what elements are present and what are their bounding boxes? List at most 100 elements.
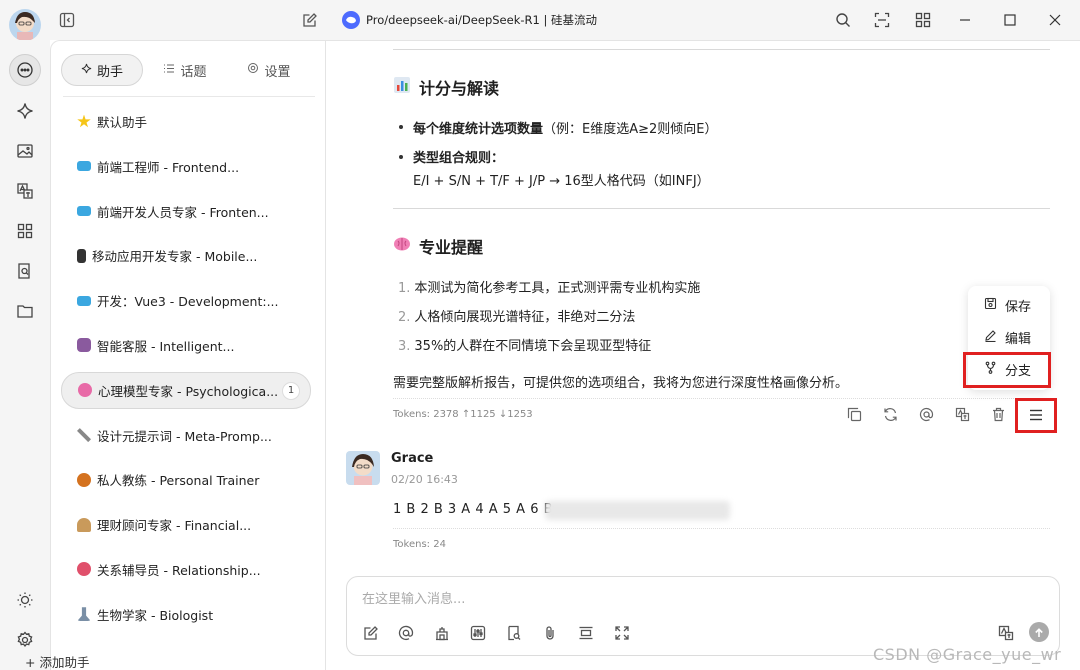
topic-count-badge: 1 (282, 381, 300, 400)
tab-assistant-label: 助手 (96, 64, 123, 80)
assistant-item[interactable]: 私人教练 - Personal Trainer (61, 461, 311, 498)
watermark-text: CSDN @Grace_yue_wr (873, 645, 1062, 664)
user-message-time: 02/20 16:43 (391, 473, 458, 486)
close-button[interactable] (1043, 8, 1067, 32)
sparkle-icon[interactable] (9, 95, 41, 127)
chat-icon[interactable] (9, 54, 41, 86)
search-icon[interactable] (833, 10, 853, 30)
tab-settings[interactable]: 设置 (227, 54, 311, 86)
assistant-label: 前端工程师 - Frontend... (97, 159, 240, 175)
menu-item-edit[interactable]: 编辑 (984, 328, 1031, 347)
assistant-label: 理财顾问专家 - Financial... (97, 518, 252, 534)
translate-icon[interactable] (9, 175, 41, 207)
more-menu-highlight (1015, 398, 1057, 433)
assistant-label: 心理模型专家 - Psychologica... (98, 383, 279, 399)
assistant-item[interactable]: 设计元提示词 - Meta-Promp... (61, 417, 311, 454)
new-topic-icon[interactable] (362, 624, 380, 642)
section-title-text: 专业提醒 (419, 238, 484, 257)
assistant-item[interactable]: 智能客服 - Intelligent... (61, 327, 311, 364)
chart-emoji-icon (393, 76, 411, 98)
translate-input-icon[interactable] (997, 624, 1015, 642)
assistant-item[interactable]: 默认助手 (61, 103, 311, 140)
attachment-icon[interactable] (541, 624, 559, 642)
star-icon (77, 114, 91, 128)
ordered-item: 1. 本测试为简化参考工具，正式测评需专业机构实施 (398, 281, 701, 296)
user-token-count: Tokens: 24 (393, 539, 446, 550)
edit-icon (984, 329, 997, 346)
section-divider (393, 208, 1050, 209)
branch-highlight (963, 352, 1051, 388)
sidebar-toggle-icon[interactable] (57, 10, 77, 30)
user-message-avatar (346, 451, 380, 485)
assistant-label: 前端开发人员专家 - Fronten... (97, 204, 269, 220)
theme-sun-icon[interactable] (9, 584, 41, 616)
assistant-item[interactable]: 关系辅导员 - Relationship... (61, 551, 311, 588)
assistant-item[interactable]: 前端工程师 - Frontend... (61, 148, 311, 185)
computer-icon (77, 206, 91, 217)
ordered-item: 3. 35%的人群在不同情境下会呈现亚型特征 (398, 339, 652, 354)
web-search-icon[interactable] (505, 624, 523, 642)
assistant-item[interactable]: 移动应用开发专家 - Mobile... (61, 237, 311, 274)
tab-topics[interactable]: 话题 (143, 54, 227, 86)
regenerate-icon[interactable] (881, 405, 899, 423)
clear-context-icon[interactable] (577, 624, 595, 642)
assistant-item[interactable]: 开发：Vue3 - Development:... (61, 282, 311, 319)
model-tab[interactable]: Pro/deepseek-ai/DeepSeek-R1 | 硅基流动 (342, 11, 597, 29)
user-avatar[interactable] (9, 9, 41, 41)
title-bar: Pro/deepseek-ai/DeepSeek-R1 | 硅基流动 (0, 0, 1080, 41)
expand-icon[interactable] (613, 624, 631, 642)
delete-icon[interactable] (989, 405, 1007, 423)
bullet-item: 每个维度统计选项数量（例：E维度选A≥2则倾向E） (413, 122, 718, 137)
assistant-label: 生物学家 - Biologist (97, 607, 214, 623)
section-title-text: 计分与解读 (419, 79, 500, 98)
nav-rail (0, 40, 50, 670)
bullet-dot (399, 125, 403, 129)
new-chat-icon[interactable] (300, 10, 320, 30)
copy-icon[interactable] (845, 405, 863, 423)
params-icon[interactable] (469, 624, 487, 642)
list-icon (163, 63, 175, 78)
message-input[interactable]: 在这里输入消息... (362, 588, 1042, 607)
trainer-icon (77, 472, 91, 487)
brain-emoji-icon (393, 235, 411, 257)
assistant-label: 默认助手 (97, 115, 148, 130)
bullet-item: 类型组合规则： (413, 151, 505, 166)
tab-assistant[interactable]: 助手 (61, 54, 143, 86)
assistant-item[interactable]: 生物学家 - Biologist (61, 596, 311, 633)
advisor-icon (77, 517, 91, 532)
tab-topics-label: 话题 (180, 64, 207, 80)
mention-model-icon[interactable] (397, 624, 415, 642)
apps-grid-icon[interactable] (913, 10, 933, 30)
closing-text: 需要完整版解析报告，可提供您的选项组合，我将为您进行深度性格画像分析。 (393, 376, 849, 391)
bullet-dot (399, 155, 403, 159)
assistant-item[interactable]: 前端开发人员专家 - Fronten... (61, 193, 311, 230)
phone-icon (77, 248, 86, 263)
model-tab-title: Pro/deepseek-ai/DeepSeek-R1 | 硅基流动 (366, 13, 597, 27)
mention-icon[interactable] (917, 405, 935, 423)
tools-icon (77, 428, 91, 443)
image-icon[interactable] (9, 135, 41, 167)
panel-divider (63, 96, 315, 97)
apps-icon[interactable] (9, 215, 41, 247)
save-icon (984, 297, 997, 314)
menu-item-save[interactable]: 保存 (984, 296, 1031, 315)
knowledge-search-icon[interactable] (9, 255, 41, 287)
computer-icon (77, 295, 91, 306)
folder-icon[interactable] (9, 295, 41, 327)
assistant-label: 开发：Vue3 - Development:... (97, 294, 279, 310)
send-button[interactable] (1029, 622, 1049, 642)
scan-icon[interactable] (872, 10, 892, 30)
robot-icon (77, 338, 91, 353)
settings-small-icon (247, 62, 259, 78)
assistant-item-active[interactable]: 心理模型专家 - Psychologica... 1 (61, 371, 311, 409)
menu-item-edit-label: 编辑 (1005, 332, 1032, 347)
assistant-label: 关系辅导员 - Relationship... (97, 562, 261, 578)
minimize-button[interactable] (953, 8, 977, 32)
knowledge-base-icon[interactable] (433, 624, 451, 642)
menu-item-save-label: 保存 (1005, 300, 1032, 315)
blurred-region (545, 501, 730, 520)
assistant-item[interactable]: 理财顾问专家 - Financial... (61, 506, 311, 543)
maximize-button[interactable] (998, 8, 1022, 32)
translate-message-icon[interactable] (953, 405, 971, 423)
add-assistant-button[interactable]: + 添加助手 (25, 652, 89, 670)
